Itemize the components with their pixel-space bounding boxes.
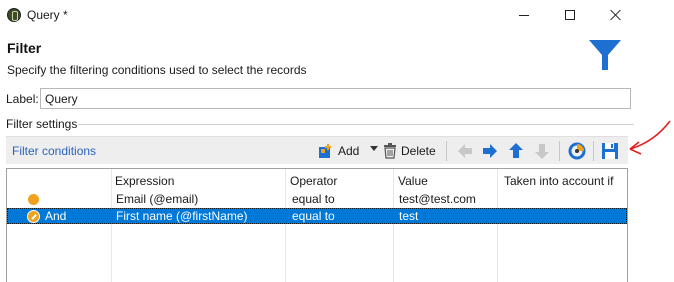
window-title: Query * — [27, 8, 68, 22]
condition-edit-icon — [27, 210, 40, 223]
close-icon — [610, 9, 622, 21]
maximize-button[interactable] — [547, 2, 593, 28]
page-title: Filter — [7, 40, 42, 56]
row-operator: equal to — [292, 192, 335, 206]
table-row-selected[interactable]: And First name (@firstName) equal to tes… — [7, 208, 627, 224]
toolbar-separator — [593, 141, 594, 161]
row-expression: First name (@firstName) — [116, 209, 248, 223]
toolbar-separator — [559, 141, 560, 161]
row-value: test@test.com — [399, 192, 476, 206]
column-divider — [285, 169, 286, 282]
row-logic: And — [45, 209, 67, 223]
add-button[interactable]: Add — [318, 141, 359, 161]
minimize-button[interactable] — [501, 2, 547, 28]
column-header-operator[interactable]: Operator — [290, 174, 337, 188]
close-button[interactable] — [593, 2, 639, 28]
condition-status-icon — [28, 194, 39, 205]
delete-label: Delete — [401, 144, 436, 158]
conditions-table[interactable]: Expression Operator Value Taken into acc… — [6, 168, 628, 282]
label-caption: Label: — [6, 92, 39, 106]
funnel-icon — [589, 40, 621, 70]
filter-toolbar: Filter conditions Add Delete — [6, 136, 628, 164]
column-divider — [393, 169, 394, 282]
add-condition-icon — [319, 144, 331, 158]
minimize-icon — [519, 14, 529, 16]
annotation-arrow-icon — [629, 120, 671, 155]
section-title: Filter settings — [6, 117, 78, 131]
row-expression: Email (@email) — [116, 192, 199, 206]
column-divider — [497, 169, 498, 282]
maximize-icon — [565, 10, 575, 20]
section-divider — [78, 124, 634, 125]
delete-button[interactable]: Delete — [383, 141, 436, 161]
table-row[interactable]: Email (@email) equal to test@test.com — [7, 191, 627, 207]
add-label: Add — [338, 144, 360, 158]
column-header-value[interactable]: Value — [398, 174, 428, 188]
arrow-up-icon[interactable] — [506, 141, 526, 161]
dialog-header: Filter Specify the filtering conditions … — [0, 30, 640, 80]
arrow-down-icon[interactable] — [532, 141, 552, 161]
label-input[interactable] — [40, 88, 631, 109]
toolbar-separator — [446, 141, 447, 161]
page-subtitle: Specify the filtering conditions used to… — [7, 63, 307, 77]
column-header-expression[interactable]: Expression — [115, 174, 174, 188]
save-icon[interactable] — [600, 141, 620, 161]
app-logo-icon — [7, 8, 21, 22]
title-bar: Query * — [0, 0, 674, 30]
column-divider — [111, 169, 112, 282]
trash-icon — [384, 143, 396, 159]
arrow-left-icon[interactable] — [455, 141, 475, 161]
filter-conditions-link[interactable]: Filter conditions — [12, 144, 96, 158]
row-operator: equal to — [292, 209, 335, 223]
column-header-condition[interactable]: Taken into account if — [504, 174, 613, 188]
row-value: test — [399, 209, 419, 223]
chart-analysis-icon[interactable] — [567, 141, 587, 161]
arrow-right-icon[interactable] — [480, 141, 500, 161]
add-dropdown-icon[interactable] — [370, 146, 378, 151]
